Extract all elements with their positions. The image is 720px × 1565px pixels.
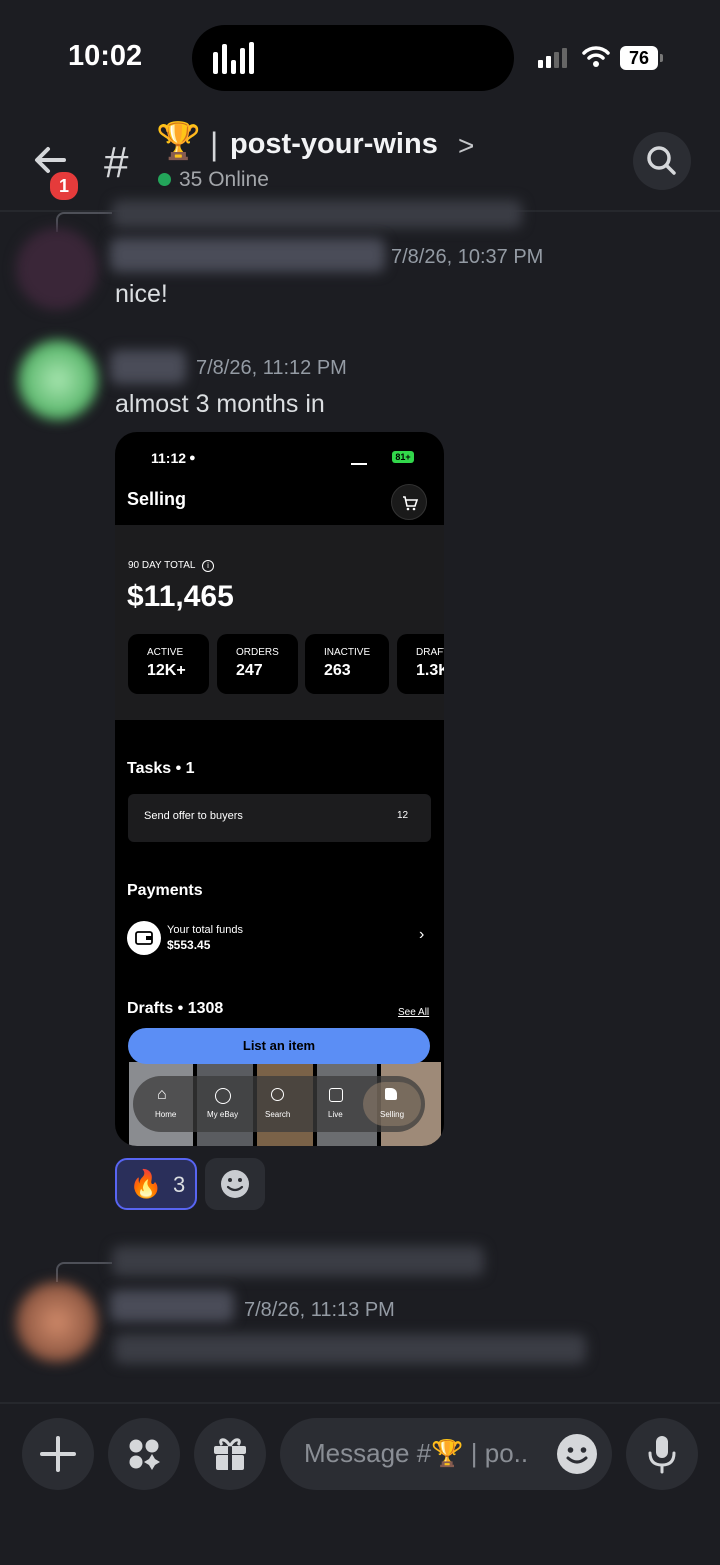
reply-preview[interactable] [112, 200, 522, 228]
avatar[interactable] [16, 1282, 98, 1362]
attachment-battery: 81+ [392, 451, 414, 463]
audio-activity-icon [213, 42, 254, 74]
payments-title: Payments [127, 882, 203, 899]
total-label: 90 DAY TOTAL [128, 560, 196, 571]
selling-title: Selling [127, 489, 187, 509]
drafts-title: Drafts • 1308 [127, 1000, 224, 1017]
gift-icon [214, 1438, 246, 1470]
funds-label: Your total funds [167, 924, 244, 936]
chevron-right-icon[interactable]: › [419, 926, 424, 944]
nav-label-home[interactable]: Home [155, 1110, 176, 1119]
avatar[interactable] [16, 228, 98, 310]
message-timestamp: 7/8/26, 11:12 PM [196, 357, 347, 379]
microphone-icon [648, 1436, 676, 1474]
reaction-fire[interactable]: 🔥 3 [115, 1158, 197, 1210]
emoji-icon[interactable] [556, 1433, 598, 1475]
stat-label: ORDERS [236, 647, 279, 658]
profile-icon[interactable] [215, 1088, 231, 1104]
list-item-button[interactable]: List an item [128, 1028, 430, 1064]
stat-value: 247 [236, 662, 263, 679]
battery-indicator: 76 [620, 46, 658, 70]
stat-value: 12K+ [147, 662, 186, 679]
message-input[interactable]: Message #🏆 | po.. [280, 1418, 612, 1490]
username[interactable] [110, 1290, 234, 1322]
message-placeholder: Message #🏆 | po.. [304, 1438, 529, 1468]
task-count: 12 [397, 810, 409, 821]
username[interactable] [110, 350, 186, 384]
search-button[interactable] [633, 132, 691, 190]
stat-value: 1.3K [416, 662, 444, 679]
avatar[interactable] [18, 340, 98, 420]
nav-label-search[interactable]: Search [265, 1110, 290, 1119]
attachment-signal-icon [351, 454, 367, 465]
stat-label: DRAFT [416, 647, 444, 658]
home-icon[interactable]: ⌂ [157, 1086, 167, 1104]
nav-label-live[interactable]: Live [328, 1110, 343, 1119]
message-timestamp: 7/8/26, 10:37 PM [391, 246, 544, 268]
see-all-link[interactable]: See All [398, 1007, 429, 1018]
nav-label-selling[interactable]: Selling [380, 1110, 404, 1119]
tasks-title: Tasks • 1 [127, 760, 195, 777]
wallet-icon [127, 921, 161, 955]
voice-message-button[interactable] [626, 1418, 698, 1490]
reply-connector [56, 1262, 112, 1282]
gift-button[interactable] [194, 1418, 266, 1490]
composer-divider [0, 1402, 720, 1404]
info-icon: i [202, 560, 214, 572]
image-attachment[interactable]: 11:12 ● 81+ Selling 90 DAY TOTAL i $11,4… [115, 432, 444, 1146]
status-time: 10:02 [68, 40, 143, 72]
fire-emoji: 🔥 [129, 1169, 163, 1199]
search-icon [647, 146, 676, 175]
task-text: Send offer to buyers [144, 810, 243, 822]
online-status-dot [158, 173, 171, 186]
channel-title[interactable]: post-your-wins [230, 128, 438, 161]
stat-label: ACTIVE [147, 647, 184, 658]
username[interactable] [110, 238, 385, 272]
apps-button[interactable] [108, 1418, 180, 1490]
reply-preview[interactable] [112, 1246, 484, 1276]
attachment-time: 11:12 [151, 450, 187, 466]
funds-value: $553.45 [167, 938, 211, 952]
channel-hash-icon: # [104, 138, 129, 187]
wifi-icon [582, 46, 610, 67]
battery-tip [660, 54, 663, 62]
message-text [114, 1334, 586, 1364]
person-icon: ● [189, 452, 196, 464]
chevron-right-icon[interactable]: > [458, 130, 474, 162]
online-count: 35 Online [179, 168, 269, 191]
apps-icon [129, 1439, 160, 1470]
unread-badge: 1 [48, 170, 80, 202]
nav-label-my-ebay[interactable]: My eBay [207, 1110, 238, 1119]
tag-icon[interactable] [385, 1088, 397, 1100]
channel-separator: | [210, 126, 219, 162]
message-timestamp: 7/8/26, 11:13 PM [244, 1299, 395, 1321]
cart-icon [403, 496, 419, 511]
reaction-count: 3 [173, 1172, 186, 1197]
smiley-icon [221, 1170, 249, 1198]
message-text: almost 3 months in [115, 390, 325, 418]
live-icon[interactable] [329, 1088, 343, 1102]
search-icon[interactable] [271, 1088, 284, 1101]
stat-value: 263 [324, 662, 351, 679]
add-attachment-button[interactable] [22, 1418, 94, 1490]
cart-button[interactable] [391, 484, 427, 520]
plus-icon [40, 1436, 76, 1472]
message-text: nice! [115, 280, 168, 308]
channel-emoji: 🏆 [156, 120, 201, 161]
total-value: $11,465 [127, 580, 234, 613]
add-reaction-button[interactable] [205, 1158, 265, 1210]
stat-label: INACTIVE [324, 647, 371, 658]
cellular-signal-icon [538, 48, 567, 68]
